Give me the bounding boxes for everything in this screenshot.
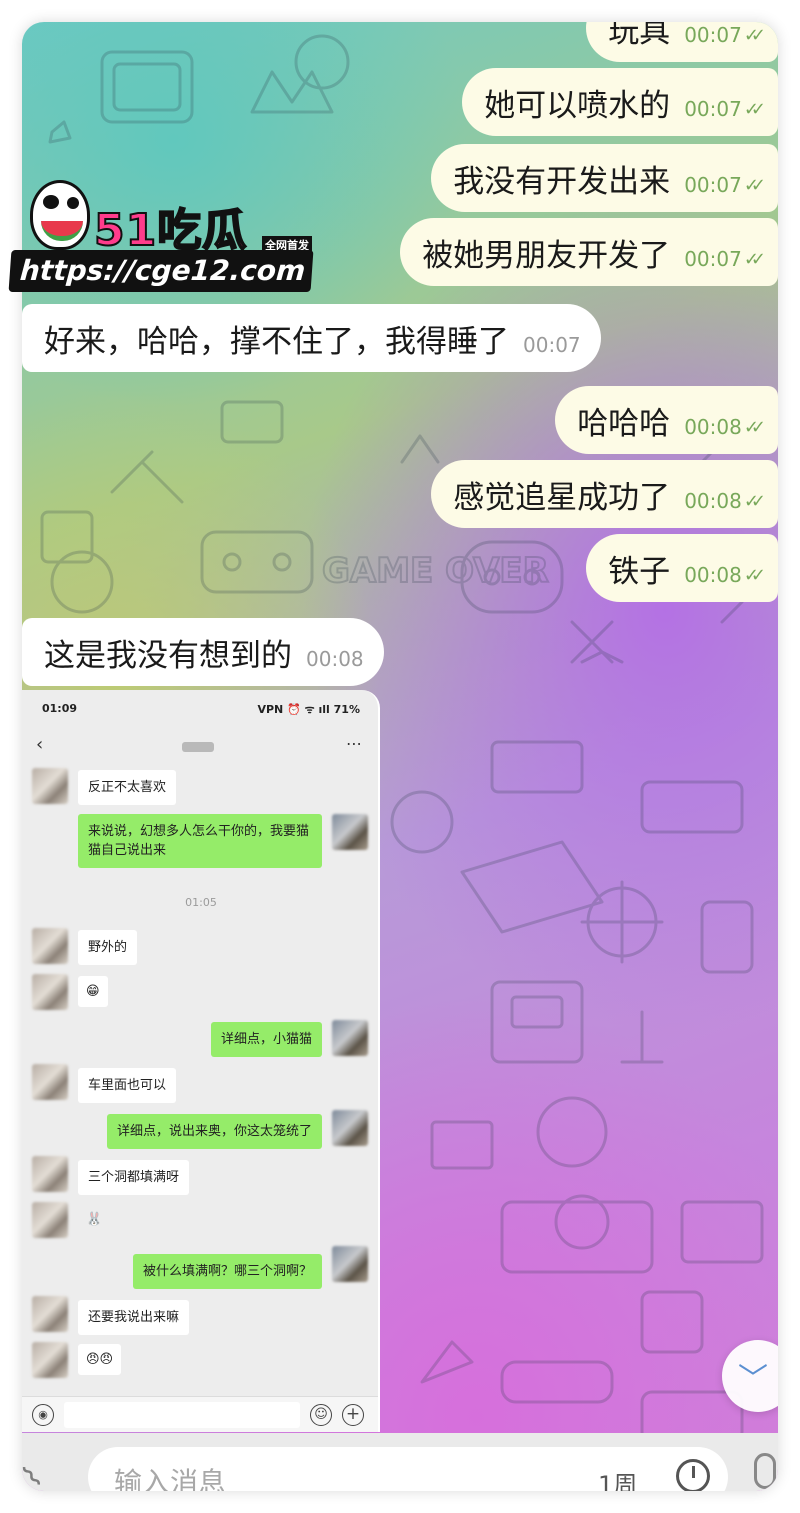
message-bubble[interactable]: 铁子 00:08 ✓✓ (586, 534, 778, 602)
message-text: 她可以喷水的 (484, 87, 671, 124)
chat-bubble: 被什么填满啊？哪三个洞啊？ (132, 1254, 322, 1289)
message-text: 被她男朋友开发了 (422, 237, 671, 274)
chat-timestamp: 01:05 (185, 896, 217, 909)
message-time: 00:08 (684, 415, 742, 439)
double-check-icon: ✓✓ (743, 98, 766, 120)
chat-bubble: 还要我说出来嘛 (78, 1300, 190, 1335)
chat-bubble: 来说说，幻想多人怎么干你的，我要猫猫自己说出来 (78, 814, 322, 868)
message-bubble[interactable]: 感觉追星成功了 00:08 ✓✓ (431, 460, 778, 528)
status-time: 01:09 (42, 702, 78, 715)
message-time: 00:07 (523, 333, 581, 357)
more-icon: ⋯ (346, 734, 362, 753)
embedded-text-field (64, 1402, 300, 1428)
emoji-icon: ☺ (310, 1404, 332, 1426)
rabbit-sticker: 🐰 (86, 1212, 103, 1227)
grin-emoji: 😁 (86, 984, 100, 999)
message-time: 00:08 (684, 563, 742, 587)
chat-bubble: 详细点，说出来奥，你这太笼统了 (106, 1114, 322, 1149)
plus-icon: + (342, 1404, 364, 1426)
embedded-status-bar: 01:09 VPN ⏰ ᯤ ıll 71% (42, 702, 360, 717)
message-text: 哈哈哈 (577, 405, 671, 442)
avatar (332, 814, 368, 850)
message-text: 玩具 (608, 22, 671, 50)
message-text: 好来，哈哈，撑不住了，我得睡了 (44, 323, 509, 360)
game-over-text: GAME OVER (322, 551, 549, 591)
message-bubble[interactable]: 被她男朋友开发了 00:07 ✓✓ (400, 218, 778, 286)
message-bubble[interactable]: 玩具 00:07 ✓✓ (586, 22, 778, 62)
message-input-placeholder: 输入消息 (114, 1466, 227, 1491)
embedded-input-bar: ◉ ☺ + (22, 1396, 378, 1432)
paperclip-icon[interactable]: ⌇ (22, 1443, 72, 1491)
message-text: 感觉追星成功了 (453, 479, 671, 516)
message-bubble[interactable]: 这是我没有想到的 00:08 (22, 618, 384, 686)
avatar (332, 1020, 368, 1056)
message-time: 00:07 (684, 97, 742, 121)
chat-bubble: 野外的 (78, 930, 138, 965)
avatar (332, 1110, 368, 1146)
angry-emoji: 😠😠 (86, 1352, 114, 1367)
message-time: 00:07 (684, 247, 742, 271)
avatar (32, 1156, 68, 1192)
status-icons: VPN ⏰ ᯤ ıll 71% (257, 703, 360, 716)
chat-bubble: 😁 (78, 976, 108, 1007)
message-input[interactable]: 输入消息 1周 (88, 1447, 728, 1491)
microphone-icon[interactable] (754, 1453, 776, 1489)
image-message[interactable]: 01:09 VPN ⏰ ᯤ ıll 71% ‹ ⋯ 反正不太喜欢 来说说，幻想多… (22, 690, 380, 1432)
watermark-brand: 51吃瓜 (93, 204, 248, 257)
chat-bubble: 🐰 (78, 1204, 110, 1235)
double-check-icon: ✓✓ (743, 174, 766, 196)
message-time: 00:08 (684, 489, 742, 513)
chat-bubble: 反正不太喜欢 (78, 770, 177, 805)
avatar (32, 928, 68, 964)
avatar (32, 1342, 68, 1378)
watermark-logo: 51吃瓜 全网首发 https://cge12.com (8, 178, 320, 296)
message-composer: ⌇ 输入消息 1周 (22, 1433, 778, 1491)
cow-mascot-icon (30, 180, 90, 250)
timer-icon[interactable] (676, 1459, 710, 1491)
battery-level: 71% (333, 703, 360, 716)
message-time: 00:07 (684, 173, 742, 197)
message-text: 这是我没有想到的 (44, 637, 292, 674)
avatar (32, 1202, 68, 1238)
chevron-left-icon: ‹ (36, 734, 44, 755)
message-bubble[interactable]: 我没有开发出来 00:07 ✓✓ (431, 144, 778, 212)
chevron-down-icon: ﹀ (738, 1362, 768, 1397)
avatar (32, 1296, 68, 1332)
message-text: 铁子 (608, 553, 671, 590)
double-check-icon: ✓✓ (743, 248, 766, 270)
self-destruct-period[interactable]: 1周 (598, 1465, 637, 1491)
voice-icon: ◉ (32, 1404, 54, 1426)
chat-bubble: 车里面也可以 (78, 1068, 177, 1103)
blurred-contact-name (182, 742, 214, 752)
chat-bubble: 详细点，小猫猫 (210, 1022, 322, 1057)
avatar (32, 1064, 68, 1100)
embedded-nav-bar: ‹ ⋯ (22, 734, 378, 760)
double-check-icon: ✓✓ (743, 564, 766, 586)
avatar (32, 768, 68, 804)
message-bubble[interactable]: 好来，哈哈，撑不住了，我得睡了 00:07 (22, 304, 601, 372)
double-check-icon: ✓✓ (743, 490, 766, 512)
avatar (32, 974, 68, 1010)
message-bubble[interactable]: 她可以喷水的 00:07 ✓✓ (462, 68, 778, 136)
message-time: 00:08 (306, 647, 364, 671)
message-bubble[interactable]: 哈哈哈 00:08 ✓✓ (555, 386, 778, 454)
watermark-url: https://cge12.com (8, 250, 314, 292)
chat-bubble: 三个洞都填满呀 (78, 1160, 190, 1195)
message-text: 我没有开发出来 (453, 163, 671, 200)
avatar (332, 1246, 368, 1282)
chat-bubble: 😠😠 (78, 1344, 122, 1375)
double-check-icon: ✓✓ (743, 416, 766, 438)
double-check-icon: ✓✓ (743, 24, 766, 46)
message-time: 00:07 (684, 23, 742, 47)
